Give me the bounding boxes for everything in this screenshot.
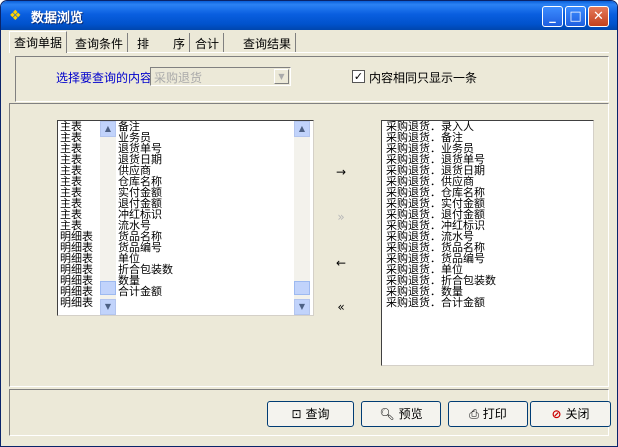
tab-strip: 查询单据 查询条件 排 序 合计 查询结果 xyxy=(9,31,609,53)
query-content-label: 选择要查询的内容： xyxy=(56,71,165,85)
title-bar[interactable]: ❖ 数据浏览 _ □ ✕ xyxy=(1,1,617,30)
query-button-label: 查询 xyxy=(305,407,330,421)
category-item[interactable]: 明细表 xyxy=(60,297,100,308)
remove-all-fields-button[interactable]: « xyxy=(331,300,351,314)
tab-sort[interactable]: 排 序 xyxy=(133,33,191,53)
scroll-thumb[interactable] xyxy=(100,281,116,295)
scroll-up-icon[interactable]: ▲ xyxy=(294,121,310,137)
add-field-button[interactable]: → xyxy=(331,165,351,179)
print-button[interactable]: ⎙ 打印 xyxy=(448,401,528,427)
printer-icon: ⎙ xyxy=(469,407,479,421)
close-window-button[interactable]: ✕ xyxy=(588,6,609,27)
query-button[interactable]: ⊡ 查询 xyxy=(267,401,354,427)
print-button-label: 打印 xyxy=(482,407,507,421)
close-button[interactable]: ⊘ 关闭 xyxy=(530,401,611,427)
minimize-button[interactable]: _ xyxy=(542,6,563,27)
preview-button-label: 预览 xyxy=(398,407,423,421)
scroll-thumb[interactable] xyxy=(294,281,310,295)
query-content-value: 采购退货 xyxy=(154,71,203,85)
available-fields-list[interactable]: 主表 主表 主表 主表 主表 主表 主表 主表 主表 主表 明细表 明细表 明细… xyxy=(57,120,314,316)
field-column: 备注 业务员 退货单号 退货日期 供应商 仓库名称 实付金额 退付金额 冲红标识… xyxy=(118,121,294,297)
scroll-up-icon[interactable]: ▲ xyxy=(100,121,116,137)
window-title: 数据浏览 xyxy=(31,11,84,26)
tab-query-document[interactable]: 查询单据 xyxy=(9,31,68,53)
field-scrollbar[interactable]: ▲ ▼ xyxy=(294,121,310,315)
selected-fields-list[interactable]: 采购退货．录入人 采购退货．备注 采购退货．业务员 采购退货．退货单号 采购退货… xyxy=(381,120,594,366)
tab-query-conditions[interactable]: 查询条件 xyxy=(71,33,129,53)
maximize-button[interactable]: □ xyxy=(565,6,586,27)
query-icon: ⊡ xyxy=(291,407,302,421)
scroll-down-icon[interactable]: ▼ xyxy=(294,299,310,315)
dedupe-checkbox[interactable]: ✓ xyxy=(352,70,365,83)
remove-field-button[interactable]: ← xyxy=(331,256,351,270)
preview-button[interactable]: 🔍︎ 预览 xyxy=(361,401,441,427)
magnifier-icon: 🔍︎ xyxy=(379,407,395,421)
category-column: 主表 主表 主表 主表 主表 主表 主表 主表 主表 主表 明细表 明细表 明细… xyxy=(60,121,100,308)
app-icon: ❖ xyxy=(9,8,22,24)
query-options-panel: 选择要查询的内容： 采购退货 ▼ ✓ 内容相同只显示一条 xyxy=(15,56,609,102)
chevron-down-icon[interactable]: ▼ xyxy=(274,69,289,84)
tab-query-results[interactable]: 查询结果 xyxy=(239,33,297,53)
selected-field-item[interactable]: 采购退货．合计金额 xyxy=(386,297,496,308)
scroll-down-icon[interactable]: ▼ xyxy=(100,299,116,315)
close-button-label: 关闭 xyxy=(565,407,590,421)
no-entry-icon: ⊘ xyxy=(551,407,562,421)
field-item[interactable]: 合计金额 xyxy=(118,286,294,297)
selected-fields-items: 采购退货．录入人 采购退货．备注 采购退货．业务员 采购退货．退货单号 采购退货… xyxy=(386,121,496,308)
query-content-combo[interactable]: 采购退货 ▼ xyxy=(150,67,291,86)
field-item[interactable]: 折合包装数 xyxy=(118,264,294,275)
category-scrollbar[interactable]: ▲ ▼ xyxy=(100,121,116,315)
field-item[interactable]: 货品编号 xyxy=(118,242,294,253)
add-all-fields-button[interactable]: » xyxy=(331,210,351,224)
tab-total[interactable]: 合计 xyxy=(191,33,225,53)
dedupe-label: 内容相同只显示一条 xyxy=(369,71,478,85)
tab-divider xyxy=(9,52,609,53)
